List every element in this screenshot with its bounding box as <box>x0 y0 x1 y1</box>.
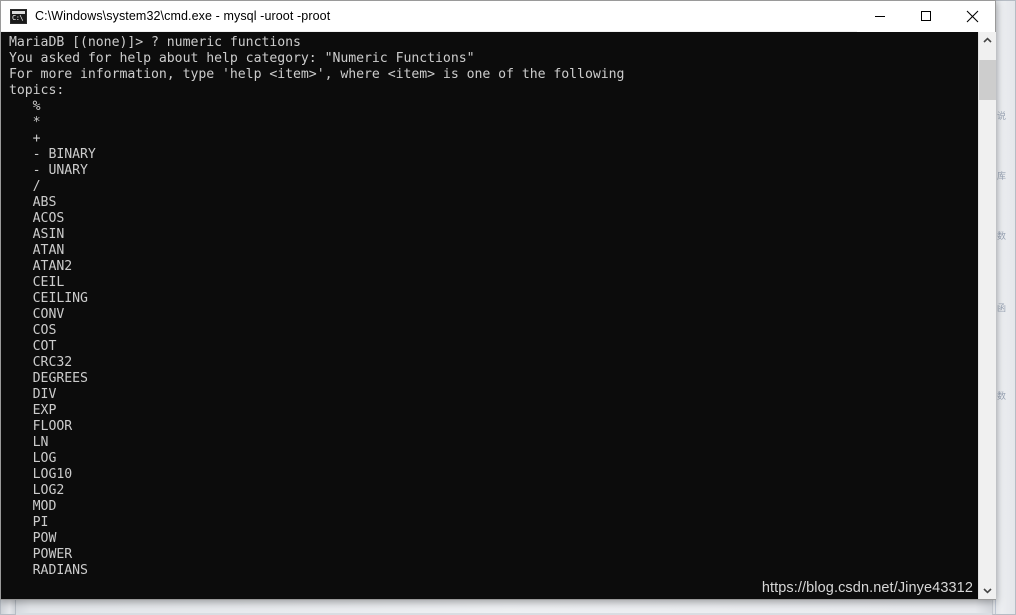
close-button[interactable] <box>949 0 995 32</box>
window-title-bar[interactable]: C:\ C:\Windows\system32\cmd.exe - mysql … <box>1 0 995 32</box>
background-text-fragment: 库 <box>997 171 1007 181</box>
cmd-icon-label: C:\ <box>12 13 24 22</box>
chevron-down-icon <box>983 588 992 594</box>
console-scrollbar[interactable] <box>978 32 996 599</box>
close-icon <box>966 10 978 22</box>
console-output-area[interactable]: MariaDB [(none)]> ? numeric functions Yo… <box>1 32 995 599</box>
cmd-console-window: C:\ C:\Windows\system32\cmd.exe - mysql … <box>0 0 996 600</box>
background-text-fragment: 数 <box>997 231 1007 241</box>
background-text-fragment: 说 <box>997 111 1007 121</box>
maximize-icon <box>921 11 931 21</box>
scrollbar-thumb[interactable] <box>979 60 996 100</box>
background-text-fragment: 函 <box>997 303 1007 313</box>
minimize-button[interactable] <box>857 0 903 32</box>
console-output-text: MariaDB [(none)]> ? numeric functions Yo… <box>9 35 625 578</box>
cmd-console-icon: C:\ <box>10 8 27 24</box>
background-text-fragment: 数 <box>997 391 1007 401</box>
watermark-text: https://blog.csdn.net/Jinye43312 <box>761 580 973 596</box>
scrollbar-track[interactable] <box>979 49 996 582</box>
chevron-up-icon <box>983 37 992 43</box>
maximize-button[interactable] <box>903 0 949 32</box>
window-title: C:\Windows\system32\cmd.exe - mysql -uro… <box>35 9 331 23</box>
minimize-icon <box>875 16 885 17</box>
window-controls <box>857 0 995 32</box>
scroll-down-arrow[interactable] <box>979 582 996 599</box>
scroll-up-arrow[interactable] <box>979 32 996 49</box>
